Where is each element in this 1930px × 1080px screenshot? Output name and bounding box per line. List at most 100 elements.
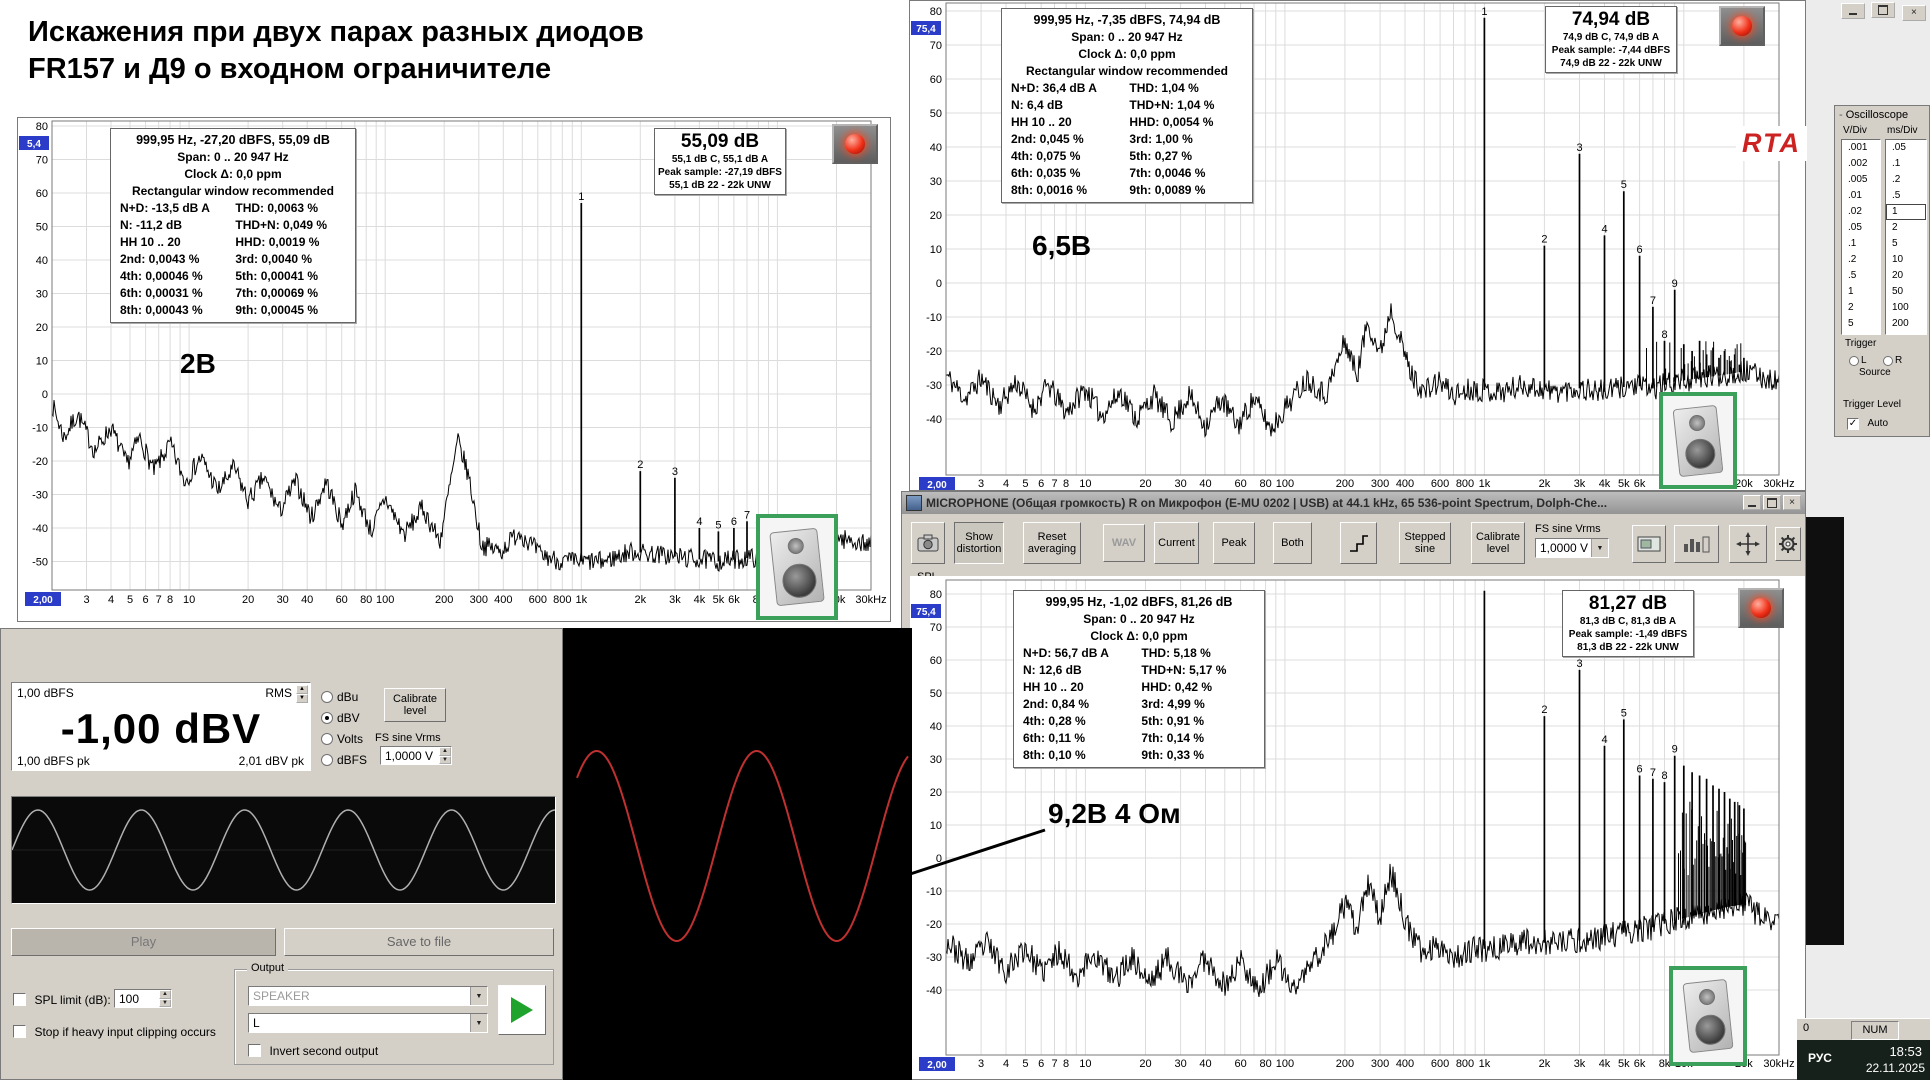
listbox-option[interactable]: .002: [1842, 156, 1880, 172]
db-readout-box: 74,94 dB 74,9 dB C, 74,9 dB A Peak sampl…: [1545, 6, 1677, 73]
both-button[interactable]: Both: [1273, 522, 1312, 564]
unit-radio-dbu[interactable]: dBu: [321, 688, 358, 706]
listbox-option[interactable]: 20: [1886, 268, 1926, 284]
generator-start-button[interactable]: [498, 985, 546, 1035]
x-axis-label: 8: [167, 594, 173, 606]
trigger-level-label: Trigger Level: [1843, 399, 1901, 410]
listbox-option[interactable]: .05: [1842, 220, 1880, 236]
current-button[interactable]: Current: [1154, 522, 1199, 564]
page-title-line2: FR157 и Д9 о входном ограничителе: [28, 51, 808, 88]
settings-button[interactable]: [1775, 527, 1801, 561]
clock-date[interactable]: 22.11.2025: [1866, 1061, 1925, 1075]
fs-sine-vrms-combo[interactable]: 1,0000 V ▼: [1535, 538, 1609, 558]
listbox-option[interactable]: 50: [1886, 284, 1926, 300]
play-triangle-icon: [511, 997, 533, 1023]
spinner[interactable]: ▲▼: [439, 747, 451, 764]
save-to-file-button[interactable]: Save to file: [284, 928, 554, 956]
x-axis-label: 30: [1174, 1058, 1186, 1070]
play-button[interactable]: Play: [11, 928, 276, 956]
rms-spinner[interactable]: ▲ ▼: [296, 685, 308, 703]
listbox-option[interactable]: 1: [1842, 284, 1880, 300]
record-button[interactable]: [1719, 6, 1765, 46]
listbox-option[interactable]: .2: [1842, 252, 1880, 268]
record-button[interactable]: [832, 124, 878, 164]
listbox-option[interactable]: .001: [1842, 140, 1880, 156]
calibrate-level-button[interactable]: Calibrate level: [384, 688, 446, 722]
record-button[interactable]: [1738, 588, 1784, 628]
chevron-down-icon[interactable]: ▼: [470, 987, 487, 1005]
x-axis-label: 3k: [1574, 1058, 1586, 1070]
listbox-option[interactable]: 2: [1886, 220, 1926, 236]
close-button[interactable]: ×: [1902, 5, 1926, 21]
x-axis-label: 3k: [669, 594, 681, 606]
harmonic-label: 7: [1650, 295, 1656, 307]
cursor-db-readout: 5,4: [27, 139, 41, 150]
y-axis-label: 60: [930, 74, 942, 86]
unit-label: dBFS: [337, 753, 367, 767]
minimize-button[interactable]: [1841, 3, 1865, 19]
msdiv-listbox[interactable]: .05.1.2.5125102050100200: [1885, 139, 1927, 335]
listbox-option[interactable]: .2: [1886, 172, 1926, 188]
listbox-option[interactable]: .5: [1842, 268, 1880, 284]
generator-display-button[interactable]: [1632, 525, 1666, 563]
level-bars-button[interactable]: [1674, 525, 1719, 563]
listbox-option[interactable]: .1: [1886, 156, 1926, 172]
calibrate-level-button[interactable]: Calibrate level: [1471, 522, 1525, 564]
listbox-option[interactable]: .01: [1842, 188, 1880, 204]
listbox-option[interactable]: 1: [1886, 204, 1926, 220]
snapshot-button[interactable]: [911, 522, 945, 564]
x-axis-label: 100: [1276, 478, 1294, 490]
listbox-option[interactable]: .5: [1886, 188, 1926, 204]
vdiv-listbox[interactable]: .001.002.005.01.02.05.1.2.5125: [1841, 139, 1881, 335]
listbox-option[interactable]: .005: [1842, 172, 1880, 188]
distortion-stat-row: 2nd: 0,84 %3rd: 4,99 %: [1018, 696, 1260, 713]
x-axis-label: 2k: [1539, 478, 1551, 490]
listbox-option[interactable]: .02: [1842, 204, 1880, 220]
stop-clipping-checkbox[interactable]: [13, 1025, 26, 1038]
spl-limit-checkbox[interactable]: [13, 993, 26, 1006]
maximize-button[interactable]: [1763, 495, 1781, 510]
spl-limit-input[interactable]: 100 ▲▼: [114, 989, 172, 1008]
listbox-option[interactable]: 10: [1886, 252, 1926, 268]
pan-zoom-button[interactable]: [1729, 525, 1767, 563]
chevron-down-icon[interactable]: ▼: [470, 1014, 487, 1032]
info-span: Span: 0 .. 20 947 Hz: [115, 149, 351, 166]
listbox-option[interactable]: 5: [1886, 236, 1926, 252]
unit-radio-dbv[interactable]: dBV: [321, 709, 360, 727]
fs-sine-vrms-input[interactable]: 1,0000 V ▲▼: [380, 746, 452, 765]
clock-time[interactable]: 18:53: [1889, 1044, 1922, 1059]
language-indicator[interactable]: РУС: [1808, 1051, 1832, 1065]
reset-averaging-button[interactable]: Reset averaging: [1023, 522, 1081, 564]
window-titlebar[interactable]: MICROPHONE (Общая громкость) R on Микроф…: [902, 492, 1805, 514]
listbox-option[interactable]: .1: [1842, 236, 1880, 252]
y-axis-label: 50: [930, 688, 942, 700]
radio-icon: [1849, 356, 1859, 366]
listbox-option[interactable]: 5: [1842, 316, 1880, 332]
listbox-option[interactable]: 100: [1886, 300, 1926, 316]
listbox-option[interactable]: 200: [1886, 316, 1926, 332]
maximize-button[interactable]: [1871, 2, 1895, 18]
distortion-stat-row: N: 12,6 dBTHD+N: 5,17 %: [1018, 662, 1260, 679]
x-axis-label: 30kHz: [1763, 1058, 1794, 1070]
measurement-info-box: 999,95 Hz, -7,35 dBFS, 74,94 dBSpan: 0 .…: [1001, 8, 1253, 203]
wav-button[interactable]: WAV: [1103, 524, 1145, 562]
stepped-sine-button[interactable]: Stepped sine: [1399, 522, 1451, 564]
stepped-mode-button[interactable]: [1340, 522, 1377, 564]
unit-radio-dbfs[interactable]: dBFS: [321, 751, 367, 769]
spinner[interactable]: ▲▼: [159, 990, 171, 1007]
output-device-combo[interactable]: SPEAKER ▼: [248, 986, 488, 1006]
invert-output-checkbox[interactable]: [248, 1044, 261, 1057]
chevron-down-icon[interactable]: ▼: [1591, 539, 1608, 557]
x-axis-label: 8: [1063, 478, 1069, 490]
output-channel-combo[interactable]: L ▼: [248, 1013, 488, 1033]
peak-button[interactable]: Peak: [1213, 522, 1255, 564]
close-button[interactable]: ×: [1783, 495, 1801, 510]
harmonic-label: 5: [1621, 179, 1627, 191]
auto-checkbox[interactable]: ✓: [1847, 418, 1859, 430]
show-distortion-button[interactable]: Show distortion: [954, 522, 1004, 564]
unit-radio-volts[interactable]: Volts: [321, 730, 363, 748]
minimize-button[interactable]: [1743, 495, 1761, 510]
listbox-option[interactable]: 2: [1842, 300, 1880, 316]
listbox-option[interactable]: .05: [1886, 140, 1926, 156]
harmonic-label: 6: [1637, 244, 1643, 256]
